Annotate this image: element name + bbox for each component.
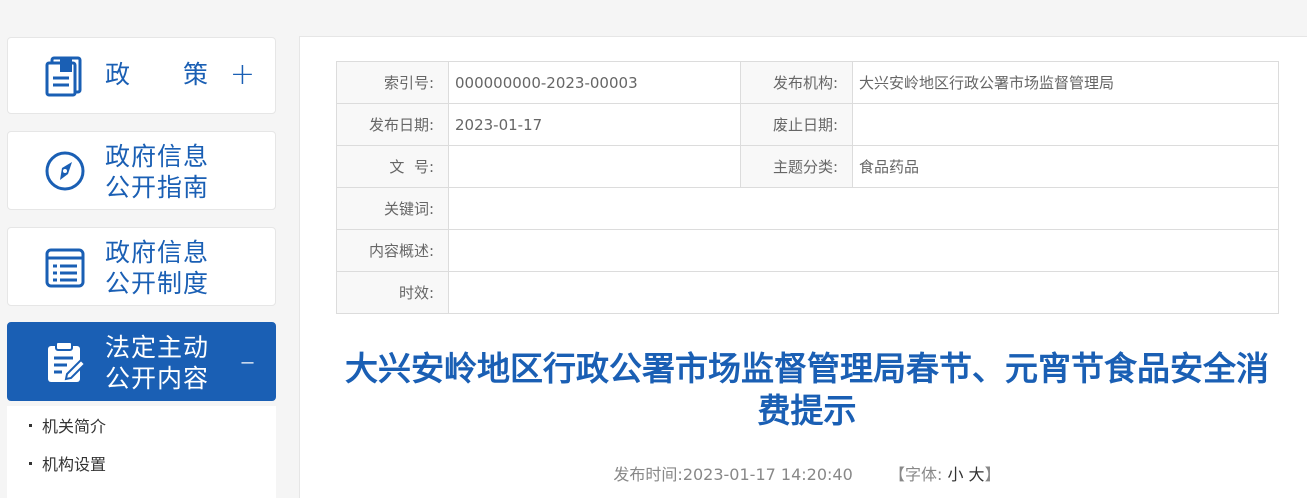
keywords-value [448,187,1279,230]
topic-value: 食品药品 [852,145,1279,188]
sidebar-item-statutory[interactable]: 法定主动 公开内容 – [7,322,276,401]
sidebar-sub-item-label: 机关简介 [42,417,107,436]
book-icon [42,53,88,99]
sidebar-sub-item-label: 机构设置 [42,455,107,474]
doc-no-value [448,145,741,188]
pub-date-value: 2023-01-17 [448,103,741,146]
pub-time-value: 2023-01-17 14:20:40 [682,465,853,484]
table-row: 发布日期: 2023-01-17 废止日期: [336,103,1279,146]
table-row: 时效: [336,271,1279,314]
table-row: 索引号: 000000000-2023-00003 发布机构: 大兴安岭地区行政… [336,61,1279,104]
index-label: 索引号: [336,61,449,104]
table-row: 文 号: 主题分类: 食品药品 [336,145,1279,188]
org-label: 发布机构: [740,61,853,104]
font-size-bracket: 】 [984,465,1001,484]
compass-icon [42,148,88,194]
clipboard-icon [42,339,88,385]
font-small-button[interactable]: 小 [947,465,963,484]
index-value: 000000000-2023-00003 [448,61,741,104]
table-row: 内容概述: [336,229,1279,272]
keywords-label: 关键词: [336,187,449,230]
summary-label: 内容概述: [336,229,449,272]
collapse-icon[interactable]: – [240,347,255,377]
org-value: 大兴安岭地区行政公署市场监督管理局 [852,61,1279,104]
doc-no-label: 文 号: [336,145,449,188]
main-content: 索引号: 000000000-2023-00003 发布机构: 大兴安岭地区行政… [299,36,1307,498]
sidebar-item-system[interactable]: 政府信息 公开制度 [7,227,276,306]
sidebar-sub-item-structure[interactable]: 机构设置 [7,444,276,482]
abolish-date-label: 废止日期: [740,103,853,146]
list-icon [42,245,88,291]
sidebar-sub-list: 机关简介 机构设置 [7,406,276,498]
validity-value [448,271,1279,314]
article-title: 大兴安岭地区行政公署市场监督管理局春节、元宵节食品安全消费提示 [345,349,1269,430]
summary-value [448,229,1279,272]
publish-info: 发布时间:2023-01-17 14:20:40 【字体: 小 大】 [336,461,1278,485]
metadata-table: 索引号: 000000000-2023-00003 发布机构: 大兴安岭地区行政… [336,61,1279,314]
table-row: 关键词: [336,187,1279,230]
sidebar-sub-item-intro[interactable]: 机关简介 [7,406,276,444]
sidebar-item-guide[interactable]: 政府信息 公开指南 [7,131,276,210]
sidebar-item-label: 政府信息 公开制度 [105,238,210,298]
bullet-icon [29,423,32,427]
expand-icon[interactable]: + [230,60,255,90]
sidebar-item-label: 法定主动 公开内容 [105,333,210,393]
topic-label: 主题分类: [740,145,853,188]
sidebar-item-label: 政府信息 公开指南 [105,142,210,202]
font-size-label: 【字体: [888,465,943,484]
font-large-button[interactable]: 大 [969,465,985,484]
sidebar-item-policy[interactable]: 政 策 + [7,37,276,114]
validity-label: 时效: [336,271,449,314]
pub-date-label: 发布日期: [336,103,449,146]
abolish-date-value [852,103,1279,146]
pub-time-label: 发布时间: [613,465,683,484]
sidebar-item-label: 政 策 [105,60,210,89]
bullet-icon [29,461,32,465]
